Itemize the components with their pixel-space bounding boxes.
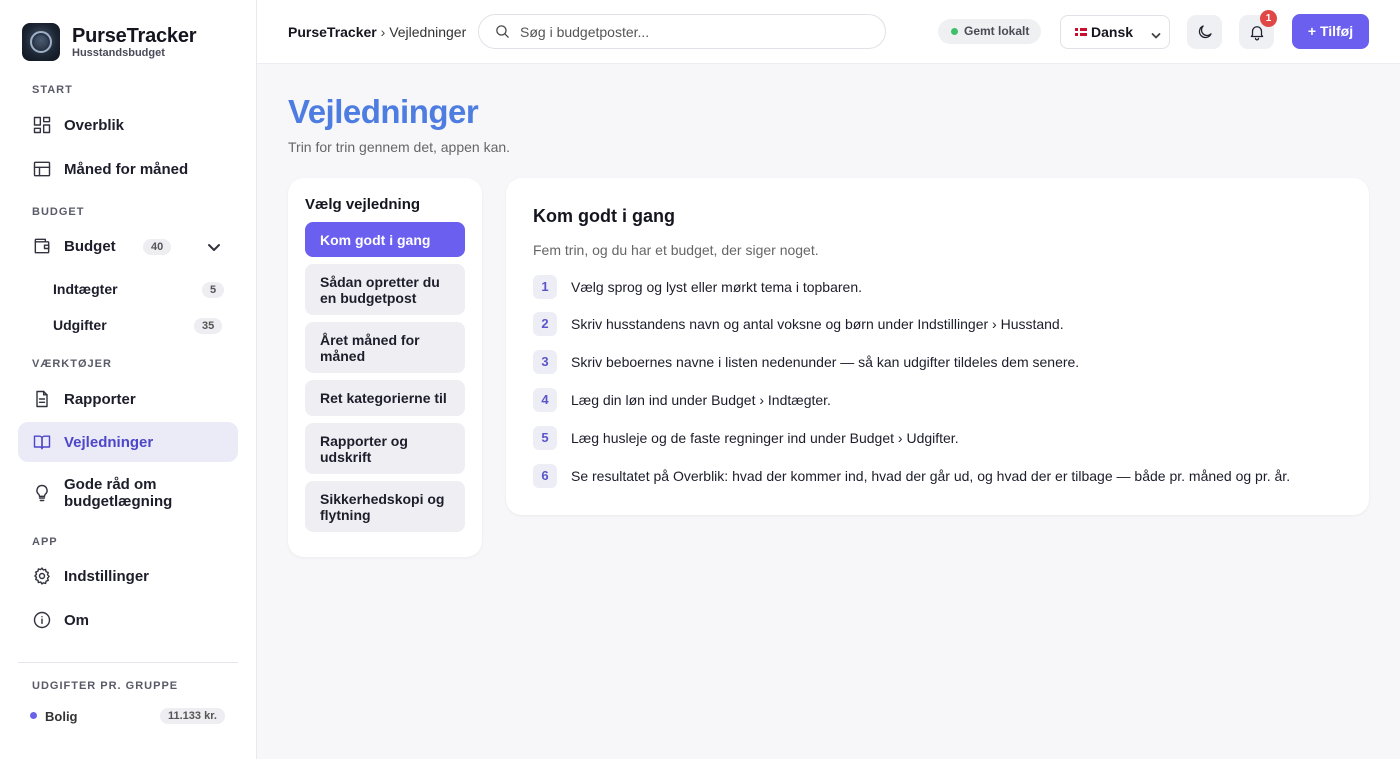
saved-status-label: Gemt lokalt xyxy=(964,24,1030,38)
step-text: Læg din løn ind under Budget › Indtægter… xyxy=(571,392,831,408)
step-number: 6 xyxy=(533,464,557,488)
app-logo xyxy=(22,23,60,61)
language-select[interactable]: Dansk xyxy=(1060,15,1170,49)
table-icon xyxy=(32,159,52,179)
theme-toggle-button[interactable] xyxy=(1187,15,1222,49)
budget-count-badge: 40 xyxy=(143,239,172,255)
sidebar-item-about[interactable]: Om xyxy=(18,600,238,640)
search-box[interactable] xyxy=(478,14,886,49)
sidebar-item-label: Overblik xyxy=(64,116,125,134)
section-label-tools: VÆRKTØJER xyxy=(32,358,112,370)
brand-title: PurseTracker xyxy=(72,24,197,47)
group-name: Bolig xyxy=(45,709,78,724)
breadcrumb-separator: › xyxy=(380,24,386,40)
guide-item-create-post[interactable]: Sådan opretter du en budgetpost xyxy=(305,264,465,315)
sidebar-item-label: Rapporter xyxy=(64,390,136,408)
step-number: 4 xyxy=(533,388,557,412)
language-label: Dansk xyxy=(1091,24,1134,40)
page-title: Vejledninger xyxy=(288,93,479,130)
book-icon xyxy=(32,432,52,452)
sidebar-item-guides[interactable]: Vejledninger xyxy=(18,422,238,462)
guide-item-month-by-month[interactable]: Året måned for måned xyxy=(305,322,465,373)
income-count-badge: 5 xyxy=(202,282,225,298)
guide-list-panel: Vælg vejledning Kom godt i gang Sådan op… xyxy=(288,178,482,557)
guide-title: Kom godt i gang xyxy=(533,206,675,226)
step-text: Se resultatet på Overblik: hvad der komm… xyxy=(571,468,1291,484)
step-text: Skriv husstandens navn og antal voksne o… xyxy=(571,316,1064,332)
guide-content-card: Kom godt i gang Fem trin, og du har et b… xyxy=(506,178,1369,515)
sidebar-item-label: Indstillinger xyxy=(64,567,150,585)
gear-icon xyxy=(32,566,52,586)
step-text: Læg husleje og de faste regninger ind un… xyxy=(571,430,959,446)
sidebar-item-budget[interactable]: Budget xyxy=(18,226,238,266)
expenses-count-badge: 35 xyxy=(194,318,223,334)
sidebar-item-monthly[interactable]: Måned for måned xyxy=(18,149,238,189)
sidebar-item-reports[interactable]: Rapporter xyxy=(18,379,238,419)
step-text: Skriv beboernes navne i listen nedenunde… xyxy=(571,354,1080,370)
guide-step: 6 Se resultatet på Overblik: hvad der ko… xyxy=(533,464,1290,488)
step-number: 2 xyxy=(533,312,557,336)
guide-step: 5 Læg husleje og de faste regninger ind … xyxy=(533,426,959,450)
section-label-groups: UDGIFTER PR. GRUPPE xyxy=(32,680,179,692)
sidebar-item-overview[interactable]: Overblik xyxy=(18,105,238,145)
group-amount-badge: 11.133 kr. xyxy=(160,708,225,724)
page-subtitle: Trin for trin gennem det, appen kan. xyxy=(288,139,511,155)
step-number: 3 xyxy=(533,350,557,374)
sidebar-item-label: Gode råd om budgetlægning xyxy=(64,476,173,510)
guide-intro: Fem trin, og du har et budget, der siger… xyxy=(533,242,819,258)
danish-flag-icon xyxy=(1075,28,1087,36)
sidebar-item-tips[interactable]: Gode råd om budgetlægning xyxy=(18,469,238,517)
chevron-down-icon xyxy=(1151,28,1161,39)
sidebar-item-label: Budget xyxy=(64,237,116,255)
guide-step: 1 Vælg sprog og lyst eller mørkt tema i … xyxy=(533,275,862,299)
sidebar-item-label: Vejledninger xyxy=(64,433,154,451)
status-dot xyxy=(951,28,958,35)
brand[interactable]: PurseTracker Husstandsbudget xyxy=(22,23,197,61)
step-number: 1 xyxy=(533,275,557,299)
search-icon xyxy=(496,25,509,38)
breadcrumb-current: Vejledninger xyxy=(389,24,467,40)
brand-subtitle: Husstandsbudget xyxy=(72,46,165,59)
sidebar-item-settings[interactable]: Indstillinger xyxy=(18,556,238,596)
step-text: Vælg sprog og lyst eller mørkt tema i to… xyxy=(571,279,863,295)
top-bar: PurseTracker › Vejledninger Gemt lokalt … xyxy=(257,0,1400,64)
step-number: 5 xyxy=(533,426,557,450)
saved-status-badge: Gemt lokalt xyxy=(938,19,1042,44)
sidebar-item-label: Om xyxy=(64,611,90,629)
section-label-budget: BUDGET xyxy=(32,206,85,218)
guide-item-categories[interactable]: Ret kategorierne til xyxy=(305,380,465,416)
breadcrumb-root[interactable]: PurseTracker xyxy=(288,24,377,40)
add-button[interactable]: + Tilføj xyxy=(1292,14,1369,49)
breadcrumb: PurseTracker › Vejledninger xyxy=(288,24,466,40)
sidebar: PurseTracker Husstandsbudget START Overb… xyxy=(0,0,257,759)
dashboard-icon xyxy=(32,115,52,135)
sidebar-subitem-expenses[interactable]: Udgifter xyxy=(53,317,107,333)
group-color-dot xyxy=(30,712,37,719)
wallet-icon xyxy=(32,236,52,256)
notification-count-badge: 1 xyxy=(1260,10,1277,27)
sidebar-subitem-income[interactable]: Indtægter xyxy=(53,281,118,297)
moon-icon xyxy=(1198,25,1212,39)
guide-item-getting-started[interactable]: Kom godt i gang xyxy=(305,222,465,257)
document-icon xyxy=(32,389,52,409)
sidebar-divider xyxy=(18,662,238,663)
guide-step: 4 Læg din løn ind under Budget › Indtægt… xyxy=(533,388,831,412)
section-label-app: APP xyxy=(32,536,58,548)
lightbulb-icon xyxy=(32,483,52,503)
section-label-start: START xyxy=(32,84,73,96)
guide-item-backup[interactable]: Sikkerhedskopi og flytning xyxy=(305,481,465,532)
info-icon xyxy=(32,610,52,630)
guide-item-reports[interactable]: Rapporter og udskrift xyxy=(305,423,465,474)
guide-list-heading: Vælg vejledning xyxy=(305,196,421,213)
chevron-down-icon[interactable] xyxy=(206,239,222,255)
search-input[interactable] xyxy=(520,23,860,40)
sidebar-item-label: Måned for måned xyxy=(64,160,189,178)
guide-step: 3 Skriv beboernes navne i listen nedenun… xyxy=(533,350,1079,374)
guide-step: 2 Skriv husstandens navn og antal voksne… xyxy=(533,312,1064,336)
bell-icon xyxy=(1250,26,1263,41)
